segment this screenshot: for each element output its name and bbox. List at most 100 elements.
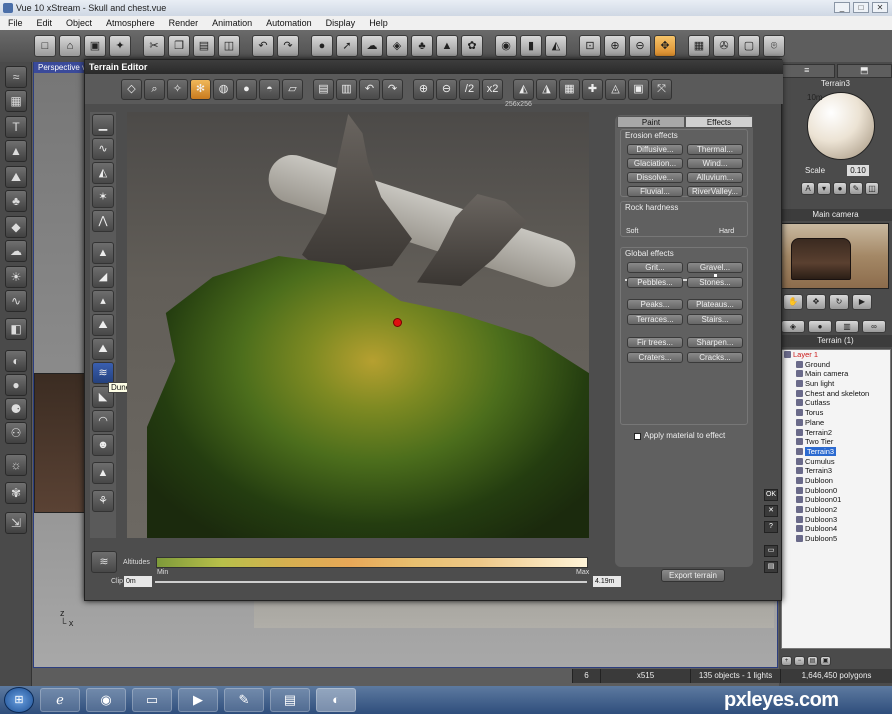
links-tab-icon[interactable]: ∞ [862,320,886,333]
view-2d-icon[interactable]: ⤧ [651,78,672,100]
media-icon[interactable]: ▶ [178,688,218,712]
camera-icon[interactable]: ✇ [713,35,735,57]
cliff-brush-icon[interactable]: ⛰ [92,314,114,336]
group-layer-icon[interactable]: ▤ [807,656,818,666]
tab-library[interactable]: ⬒ [836,64,892,78]
curve-icon[interactable]: ∿ [5,290,27,312]
landscape-icon[interactable]: ▲ [436,35,458,57]
custom-brush-icon[interactable]: ⚘ [92,490,114,512]
ie-icon[interactable]: ℯ [40,688,80,712]
spike-brush-icon[interactable]: ✶ [92,186,114,208]
cube-icon[interactable]: ◧ [5,318,27,340]
flat-brush-icon[interactable]: ▁ [92,114,114,136]
craters-button[interactable]: Craters... [627,352,683,363]
tree-item[interactable]: Cumulus [782,457,890,467]
terraces-button[interactable]: Terraces... [627,314,683,325]
fit-icon[interactable]: ▣ [628,78,649,100]
scene-tree[interactable]: Layer 1 Ground Main camera Sun light Chest a… [781,349,891,649]
material-edit-icon[interactable]: ✎ [849,182,863,195]
menu-edit[interactable]: Edit [29,16,59,30]
paste-icon[interactable]: ▤ [193,35,215,57]
tree-item[interactable]: Terrain3 [782,466,890,476]
object-icon[interactable]: ◈ [386,35,408,57]
tab-effects[interactable]: Effects [685,116,753,128]
gravel-button[interactable]: Gravel... [687,262,743,273]
grit-button[interactable]: Grit... [627,262,683,273]
rotate-icon[interactable]: ↻ [829,294,849,310]
new-layer-icon[interactable]: + [781,656,792,666]
menu-automation[interactable]: Automation [258,16,318,30]
sun-light-icon[interactable]: ☼ [5,454,27,476]
tree-item[interactable]: Chest and skeleton [782,389,890,399]
material-a-icon[interactable]: A [801,182,815,195]
menu-file[interactable]: File [0,16,29,30]
ok-button[interactable]: OK [764,489,778,501]
frame-icon[interactable]: ▢ [738,35,760,57]
documents-icon[interactable]: ▤ [270,688,310,712]
alluvium-button[interactable]: Alluvium... [687,172,743,183]
import-icon[interactable]: ⇲ [5,512,27,534]
tree-item[interactable]: Two Tier [782,437,890,447]
cloud-icon[interactable]: ☁ [361,35,383,57]
redo-icon[interactable]: ↷ [277,35,299,57]
slope-icon[interactable]: ◮ [536,78,557,100]
help-button[interactable]: ? [764,521,778,533]
smooth-brush-icon[interactable]: ∿ [92,138,114,160]
menu-animation[interactable]: Animation [204,16,258,30]
terrain-preview-icon[interactable]: ◬ [605,78,626,100]
tree-item[interactable]: Ground [782,360,890,370]
text-icon[interactable]: T [5,116,27,138]
document-icon[interactable]: ▭ [764,545,778,557]
peak-brush-icon[interactable]: ⋀ [92,210,114,232]
timeline-icon[interactable]: ▦ [688,35,710,57]
new-document-icon[interactable]: □ [34,35,56,57]
material-load-icon[interactable]: ◫ [865,182,879,195]
zoom-icon[interactable]: ⊡ [579,35,601,57]
tree-item[interactable]: Terrain3 [782,446,890,457]
clip-min-field[interactable]: 0m [124,576,152,587]
terrain-preview[interactable] [127,112,589,538]
double-resolution-button[interactable]: x2 [482,78,503,100]
canyon-brush-icon[interactable]: ⛰ [92,338,114,360]
lock-icon[interactable]: ▣ [820,656,831,666]
tree-item[interactable]: Cutlass [782,398,890,408]
stones-button[interactable]: Stones... [687,277,743,288]
render-icon[interactable]: ● [311,35,333,57]
tree-icon[interactable]: ♣ [5,190,27,212]
mountain-icon[interactable]: ⛰ [5,166,27,188]
play-icon[interactable]: ▶ [852,294,872,310]
boolean-icon[interactable]: ◐ [5,350,27,372]
start-button[interactable]: ⊞ [4,687,34,713]
select-icon[interactable]: ➚ [336,35,358,57]
volcano-brush-icon[interactable]: ▲ [92,462,114,484]
portrait-brush-icon[interactable]: ☻ [92,434,114,456]
snapshot-icon[interactable]: ⌾ [763,35,785,57]
light-icon[interactable]: ☀ [5,266,27,288]
plant-icon[interactable]: ♣ [411,35,433,57]
tree-item[interactable]: Dubloon5 [782,534,890,544]
menu-help[interactable]: Help [361,16,394,30]
cracks-button[interactable]: Cracks... [687,352,743,363]
peaks-button[interactable]: Peaks... [627,299,683,310]
stairs-button[interactable]: Stairs... [687,314,743,325]
rivervalley-button[interactable]: RiverValley... [687,186,743,197]
redo-icon[interactable]: ↷ [382,78,403,100]
tree-item[interactable]: Dubloon01 [782,495,890,505]
tree-item[interactable]: Dubloon0 [782,486,890,496]
ecosystem-icon[interactable]: ✾ [5,482,27,504]
metablob-icon[interactable]: ⚈ [5,398,27,420]
tree-item[interactable]: Main camera [782,369,890,379]
paint-icon[interactable]: ✧ [167,78,188,100]
tree-item[interactable]: Terrain2 [782,428,890,438]
tree-item[interactable]: Plane [782,418,890,428]
tree-item[interactable]: Dubloon4 [782,524,890,534]
altitude-mode-icon[interactable]: ≋ [91,551,117,573]
sphere-icon[interactable]: ● [236,78,257,100]
rock-icon[interactable]: ◆ [5,216,27,238]
grid-plane-icon[interactable]: ▦ [5,90,27,112]
sharpen-button[interactable]: Sharpen... [687,337,743,348]
clip-slider[interactable] [155,581,587,583]
materials-tab-icon[interactable]: ● [808,320,832,333]
plateaus-button[interactable]: Plateaus... [687,299,743,310]
dunes-brush-icon[interactable]: ≋ [92,362,114,384]
